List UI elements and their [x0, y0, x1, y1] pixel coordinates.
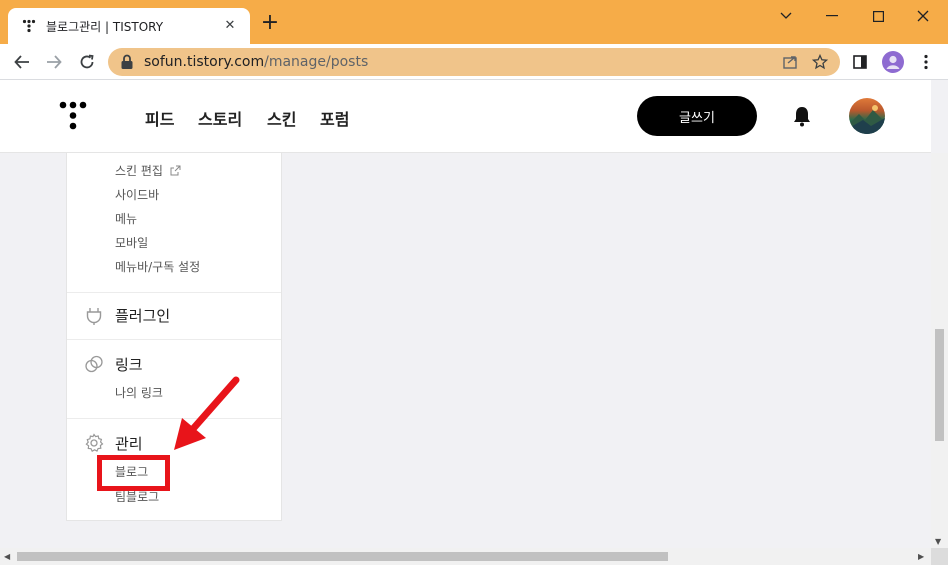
sidebar-section-plugin[interactable]: 플러그인: [115, 305, 170, 326]
vertical-scrollbar[interactable]: ▼: [931, 153, 948, 549]
nav-forum[interactable]: 포럼: [320, 106, 349, 130]
minimize-icon[interactable]: [809, 0, 855, 32]
horizontal-scrollbar[interactable]: ◀ ▶: [0, 548, 931, 565]
bell-icon[interactable]: [792, 105, 812, 127]
nav-feed[interactable]: 피드: [145, 106, 174, 130]
gear-icon: [85, 433, 104, 453]
side-panel-icon[interactable]: [848, 50, 872, 74]
browser-toolbar: sofun.tistory.com/manage/posts: [0, 44, 948, 80]
plug-icon: [86, 308, 102, 325]
nav-skin[interactable]: 스킨: [267, 106, 296, 130]
tistory-favicon-icon: [22, 19, 36, 33]
tab-title: 블로그관리 | TISTORY: [46, 20, 164, 34]
scroll-down-icon[interactable]: ▼: [935, 537, 941, 546]
reload-icon[interactable]: [75, 50, 99, 74]
scroll-left-icon[interactable]: ◀: [4, 552, 10, 561]
divider: [67, 339, 281, 340]
link-icon: [85, 355, 103, 373]
chevron-down-icon[interactable]: [763, 0, 809, 32]
maximize-icon[interactable]: [855, 0, 901, 32]
lock-icon: [121, 54, 133, 69]
sidebar-item-my-link[interactable]: 나의 링크: [115, 384, 163, 401]
sidebar-section-link[interactable]: 링크: [115, 354, 143, 375]
profile-avatar-icon[interactable]: [882, 51, 904, 73]
browser-tab[interactable]: 블로그관리 | TISTORY ✕: [8, 8, 250, 44]
tistory-logo-icon[interactable]: [58, 100, 88, 132]
red-arrow-icon: [174, 376, 240, 450]
nav-story[interactable]: 스토리: [198, 106, 242, 130]
vertical-scroll-thumb[interactable]: [935, 329, 944, 441]
user-avatar[interactable]: [849, 98, 885, 134]
back-arrow-icon[interactable]: [10, 50, 34, 74]
sidebar-item-sidebar[interactable]: 사이드바: [115, 186, 159, 203]
more-menu-icon[interactable]: [914, 50, 938, 74]
external-link-icon: [170, 165, 181, 176]
close-window-icon[interactable]: [900, 0, 946, 32]
divider: [67, 292, 281, 293]
sidebar-item-skin-edit[interactable]: 스킨 편집: [115, 162, 181, 179]
url-text: sofun.tistory.com/manage/posts: [144, 54, 369, 70]
sidebar-item-menu[interactable]: 메뉴: [115, 210, 137, 227]
sidebar-item-mobile[interactable]: 모바일: [115, 234, 148, 251]
tab-close-icon[interactable]: ✕: [220, 16, 240, 36]
bookmark-star-icon[interactable]: [808, 50, 832, 74]
scroll-right-icon[interactable]: ▶: [918, 552, 924, 561]
horizontal-scroll-thumb[interactable]: [17, 552, 668, 561]
browser-titlebar: 블로그관리 | TISTORY ✕ +: [0, 0, 948, 44]
new-tab-icon[interactable]: +: [258, 12, 282, 36]
site-header: 피드 스토리 스킨 포럼 글쓰기: [0, 80, 931, 153]
sidebar-item-menubar-subscribe[interactable]: 메뉴바/구독 설정: [115, 258, 200, 275]
write-post-button[interactable]: 글쓰기: [637, 96, 757, 136]
scrollbar-corner: [931, 548, 948, 565]
share-icon[interactable]: [778, 50, 802, 74]
forward-arrow-icon[interactable]: [42, 50, 66, 74]
sidebar-section-manage[interactable]: 관리: [115, 433, 143, 454]
address-bar[interactable]: sofun.tistory.com/manage/posts: [108, 48, 840, 76]
